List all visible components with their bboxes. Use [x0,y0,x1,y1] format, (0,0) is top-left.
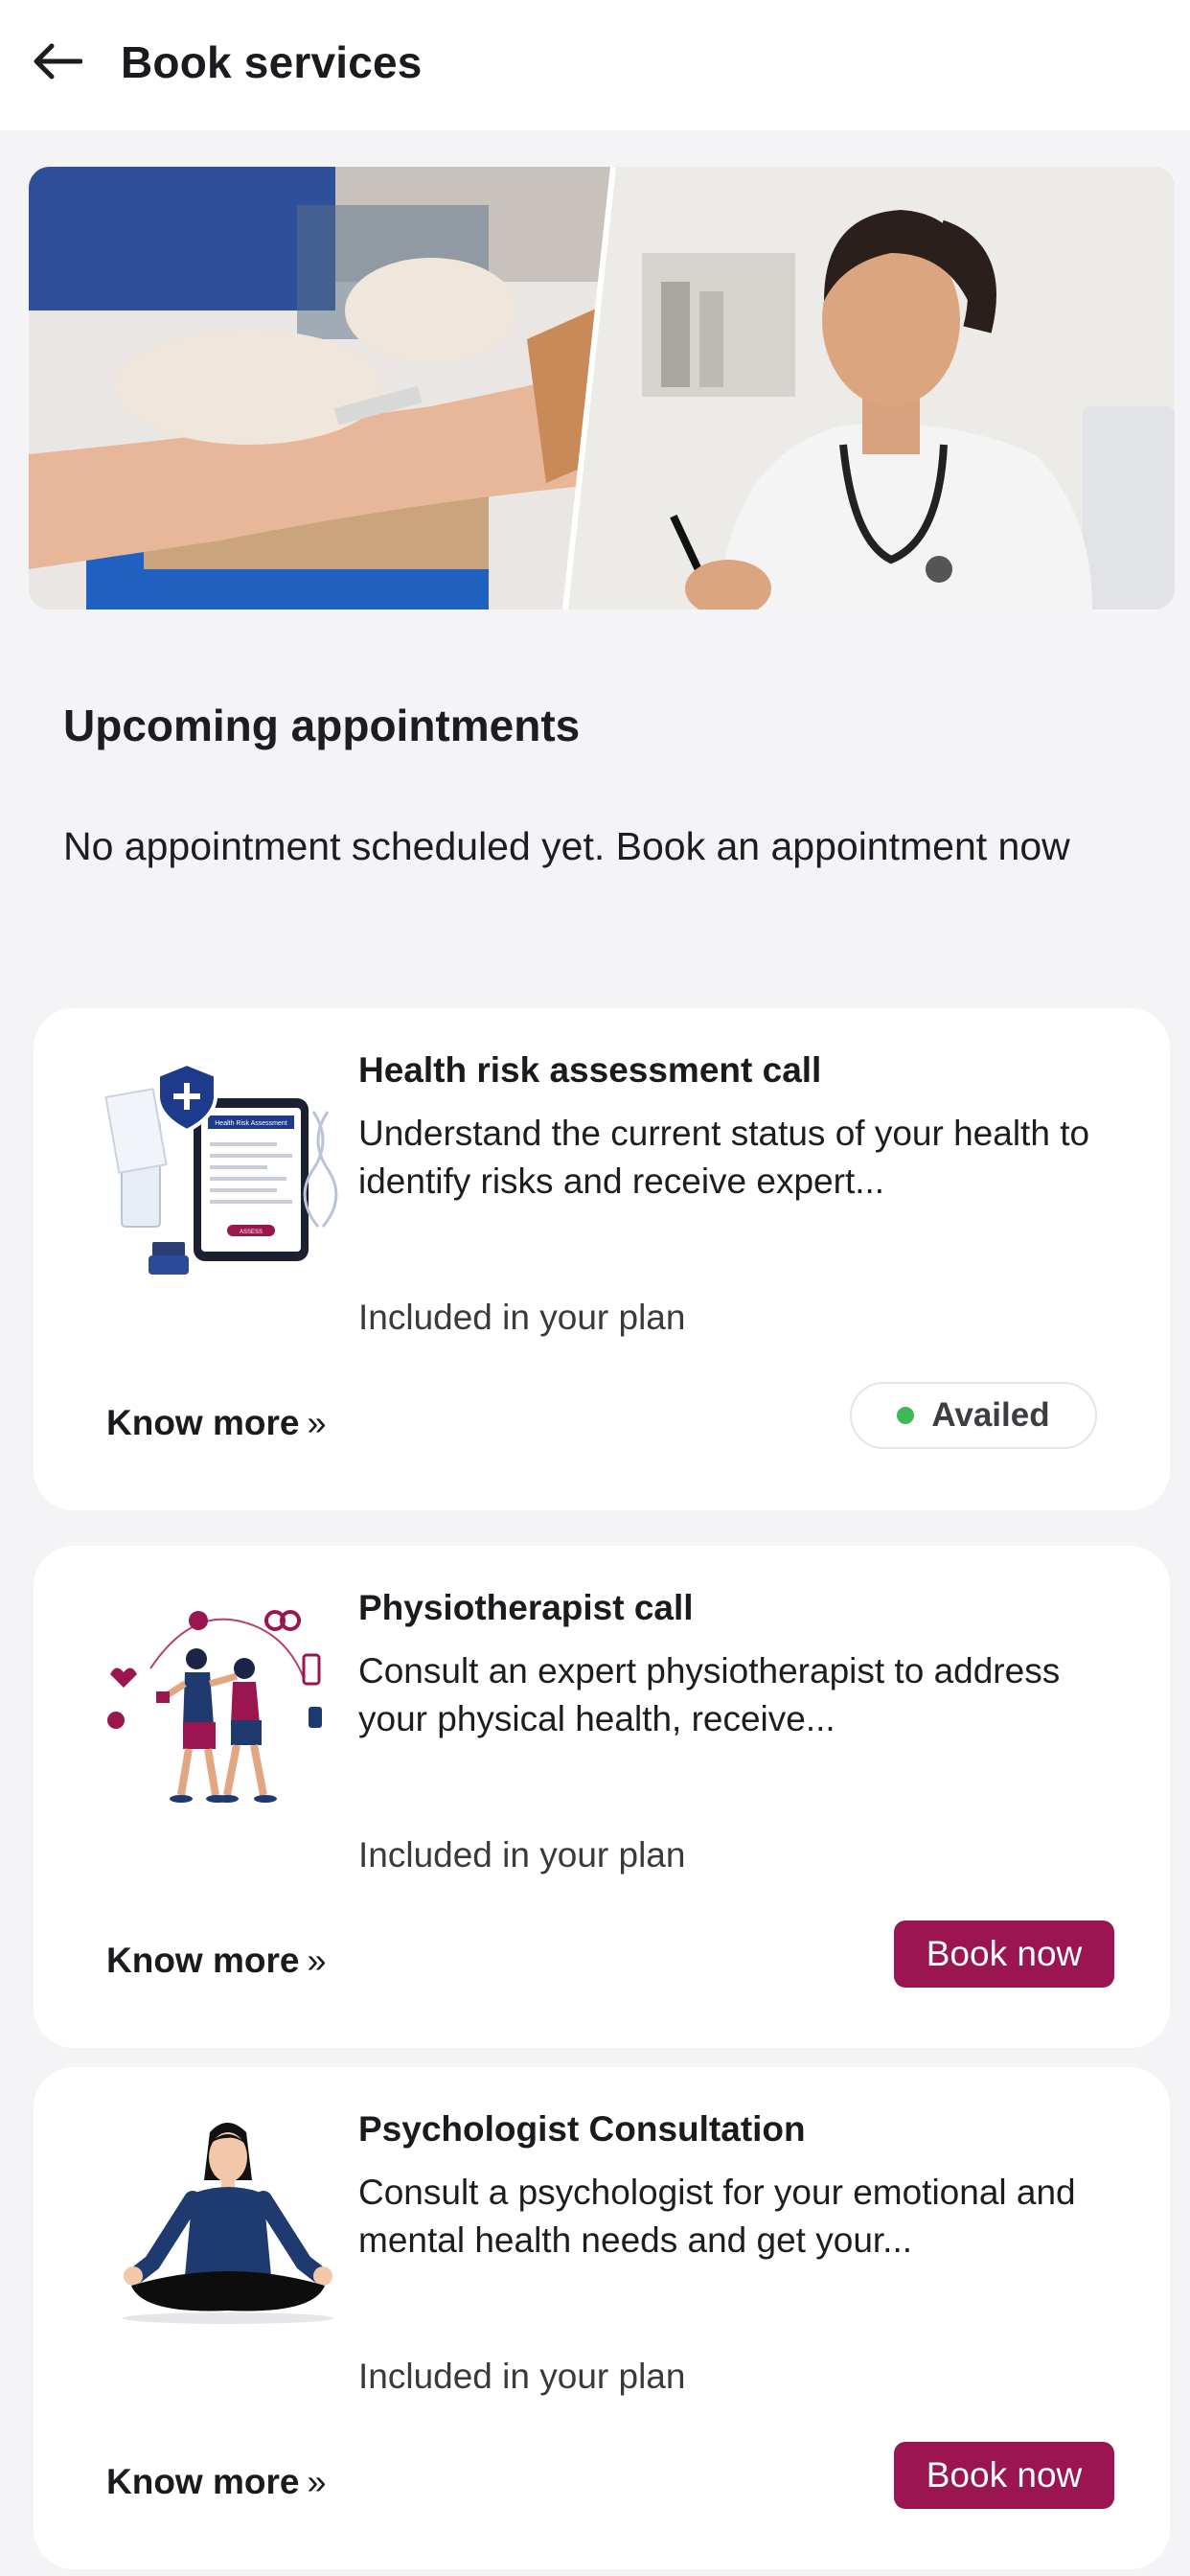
meditation-woman-illustration [93,2113,380,2334]
service-title: Physiotherapist call [358,1588,694,1627]
service-card-psychologist: Psychologist Consultation Consult a psyc… [34,2067,1170,2569]
know-more-link[interactable]: Know more » [106,2462,327,2502]
service-description: Consult a psychologist for your emotiona… [358,2173,1076,2260]
fitness-couple-illustration [93,1592,380,1812]
status-label: Availed [931,1396,1050,1434]
no-appointment-message: No appointment scheduled yet. Book an ap… [63,824,1070,868]
know-more-link[interactable]: Know more » [106,1941,327,1981]
know-more-link[interactable]: Know more » [106,1403,327,1443]
service-title: Health risk assessment call [358,1050,822,1090]
plan-inclusion-text: Included in your plan [358,2357,686,2396]
back-button[interactable] [27,34,88,88]
illustration-tablet-button: ASSESS [240,1230,263,1235]
status-dot-icon [897,1407,915,1424]
service-card-health-risk: Health Risk Assessment ASSESS Health ris… [34,1008,1170,1510]
hero-banner-image [29,167,1175,610]
double-chevron-right-icon: » [307,2462,327,2501]
service-title: Psychologist Consultation [358,2109,806,2149]
plan-inclusion-text: Included in your plan [358,1835,686,1874]
book-now-button[interactable]: Book now [894,2442,1114,2509]
service-card-physiotherapist: Physiotherapist call Consult an expert p… [34,1546,1170,2048]
know-more-label: Know more [106,1403,300,1442]
plan-inclusion-text: Included in your plan [358,1298,686,1337]
health-risk-assessment-tablet-illustration: Health Risk Assessment ASSESS [93,1054,380,1275]
availed-status-badge: Availed [850,1382,1097,1449]
arrow-left-icon [34,43,82,80]
page-title: Book services [121,37,423,87]
book-now-button[interactable]: Book now [894,1920,1114,1988]
illustration-tablet-heading: Health Risk Assessment [215,1120,287,1127]
upcoming-appointments-title: Upcoming appointments [63,701,581,750]
double-chevron-right-icon: » [307,1941,327,1980]
service-description: Understand the current status of your he… [358,1114,1090,1201]
know-more-label: Know more [106,1941,300,1980]
double-chevron-right-icon: » [307,1403,327,1442]
app-header: Book services [0,0,1190,130]
service-description: Consult an expert physiotherapist to add… [358,1651,1061,1738]
know-more-label: Know more [106,2462,300,2501]
